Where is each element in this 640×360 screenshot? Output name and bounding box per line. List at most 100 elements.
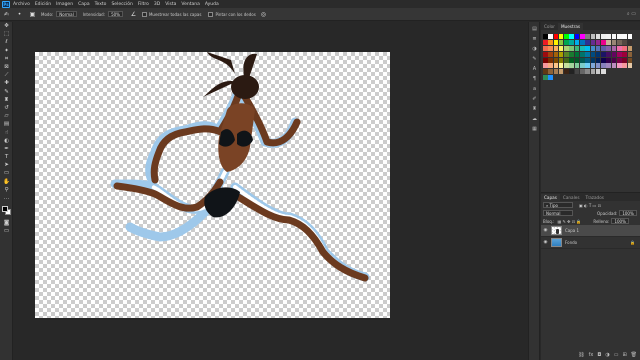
color-swatch[interactable] (548, 39, 553, 45)
color-swatch[interactable] (558, 69, 564, 75)
zoom-tool-icon[interactable]: ⚲ (0, 186, 13, 194)
color-swatch[interactable] (606, 57, 611, 63)
color-swatch[interactable] (622, 39, 627, 45)
color-swatch[interactable] (548, 51, 553, 57)
color-swatch[interactable] (574, 57, 580, 63)
color-swatch[interactable] (543, 39, 548, 45)
color-swatch[interactable] (622, 51, 627, 57)
color-swatch[interactable] (616, 39, 622, 45)
color-swatch[interactable] (558, 51, 564, 57)
document-canvas[interactable] (35, 52, 390, 318)
color-swatch[interactable] (622, 63, 627, 69)
color-swatch[interactable] (616, 34, 622, 39)
color-swatch[interactable] (585, 51, 590, 57)
color-swatch[interactable] (611, 39, 617, 45)
color-swatch[interactable] (553, 51, 559, 57)
color-swatch[interactable] (616, 51, 622, 57)
color-swatch[interactable] (595, 34, 601, 39)
history-brush-tool-icon[interactable]: ↺ (0, 104, 13, 112)
marquee-tool-icon[interactable]: ⬚ (0, 30, 13, 38)
color-swatch[interactable] (595, 45, 601, 51)
color-swatch[interactable] (553, 34, 559, 39)
intensity-input[interactable]: 50% (108, 11, 123, 17)
menu-capa[interactable]: Capa (78, 2, 90, 7)
menu-vista[interactable]: Vista (165, 2, 176, 7)
smudge-tool-icon-2[interactable]: ☝ (0, 128, 13, 136)
character-icon[interactable]: A (529, 64, 540, 74)
color-swatch[interactable] (553, 39, 559, 45)
color-swatch[interactable] (569, 51, 574, 57)
color-swatch[interactable] (627, 63, 633, 69)
color-swatch[interactable] (622, 45, 627, 51)
color-swatch[interactable] (564, 51, 569, 57)
clone-stamp-tool-icon[interactable]: ♜ (0, 96, 13, 104)
color-swatch[interactable] (595, 63, 601, 69)
move-tool-icon[interactable]: ✥ (0, 22, 13, 30)
color-swatch[interactable] (601, 34, 606, 39)
color-swatch[interactable] (548, 69, 553, 75)
color-swatch[interactable] (574, 51, 580, 57)
tab-canales[interactable]: Canales (560, 194, 583, 201)
color-swatch[interactable] (558, 57, 564, 63)
finger-painting-checkbox[interactable] (208, 11, 214, 17)
color-swatch[interactable] (601, 69, 606, 75)
color-swatch[interactable] (574, 34, 580, 39)
color-swatch[interactable] (543, 75, 548, 81)
color-swatch[interactable] (569, 63, 574, 69)
color-swatch[interactable] (622, 34, 627, 39)
color-swatch[interactable] (574, 39, 580, 45)
tab-trazados[interactable]: Trazados (583, 194, 607, 201)
color-swatch[interactable] (585, 45, 590, 51)
color-swatch[interactable] (627, 39, 633, 45)
layer-filter-select[interactable]: ⌕ Tipo (543, 202, 573, 208)
fill-input[interactable]: 100% (611, 218, 629, 224)
smudge-tool-icon[interactable]: ✍ (2, 10, 11, 19)
color-swatch[interactable] (585, 69, 590, 75)
color-swatch[interactable] (569, 69, 574, 75)
search-icon[interactable]: ⌕ ▭ (627, 11, 636, 17)
group-icon[interactable]: ▭ (614, 352, 619, 358)
color-swatch[interactable] (595, 51, 601, 57)
mode-select[interactable]: Normal (56, 11, 77, 17)
menu-imagen[interactable]: Imagen (56, 2, 73, 7)
fx-icon[interactable]: fx (589, 352, 594, 358)
color-swatch[interactable] (548, 57, 553, 63)
color-swatch[interactable] (543, 45, 548, 51)
angle-icon[interactable]: ∠ (129, 10, 138, 19)
color-swatch[interactable] (590, 45, 596, 51)
menu-texto[interactable]: Texto (95, 2, 107, 7)
color-swatch[interactable] (564, 39, 569, 45)
opacity-input[interactable]: 100% (619, 210, 637, 216)
color-swatch[interactable] (543, 51, 548, 57)
color-swatch[interactable] (606, 51, 611, 57)
color-swatch[interactable] (543, 34, 548, 39)
color-swatch[interactable] (553, 69, 559, 75)
styles-icon[interactable]: ▦ (529, 124, 540, 134)
frame-tool-icon[interactable]: ⊠ (0, 63, 13, 71)
color-swatch[interactable] (585, 57, 590, 63)
color-swatch[interactable] (548, 75, 553, 81)
color-swatch[interactable] (543, 63, 548, 69)
visibility-eye-icon[interactable]: ◉ (542, 240, 549, 245)
color-swatch[interactable] (579, 34, 585, 39)
menu-ventana[interactable]: Ventana (181, 2, 199, 7)
hand-tool-icon[interactable]: ✋ (0, 178, 13, 186)
glyphs-icon[interactable]: a (529, 84, 540, 94)
rectangle-tool-icon[interactable]: ▭ (0, 169, 13, 177)
color-swatch[interactable] (553, 63, 559, 69)
color-swatch[interactable] (627, 57, 633, 63)
color-swatch[interactable] (564, 69, 569, 75)
color-swatch[interactable] (595, 57, 601, 63)
menu-archivo[interactable]: Archivo (13, 2, 30, 7)
eraser-tool-icon[interactable]: ▱ (0, 112, 13, 120)
color-swatch[interactable] (616, 63, 622, 69)
pen-tool-icon[interactable]: ✒ (0, 145, 13, 153)
layer-row-fondo[interactable]: ◉ Fondo 🔒 (541, 237, 640, 249)
clone-source-icon[interactable]: ♜ (529, 104, 540, 114)
new-layer-icon[interactable]: ⊞ (622, 352, 626, 358)
layer-row-capa-1[interactable]: ◉ Capa 1 (541, 225, 640, 237)
color-swatch[interactable] (564, 45, 569, 51)
adjustment-layer-icon[interactable]: ◑ (605, 352, 609, 358)
link-layers-icon[interactable]: ⛓ (578, 352, 584, 358)
menu-3d[interactable]: 3D (154, 2, 160, 7)
